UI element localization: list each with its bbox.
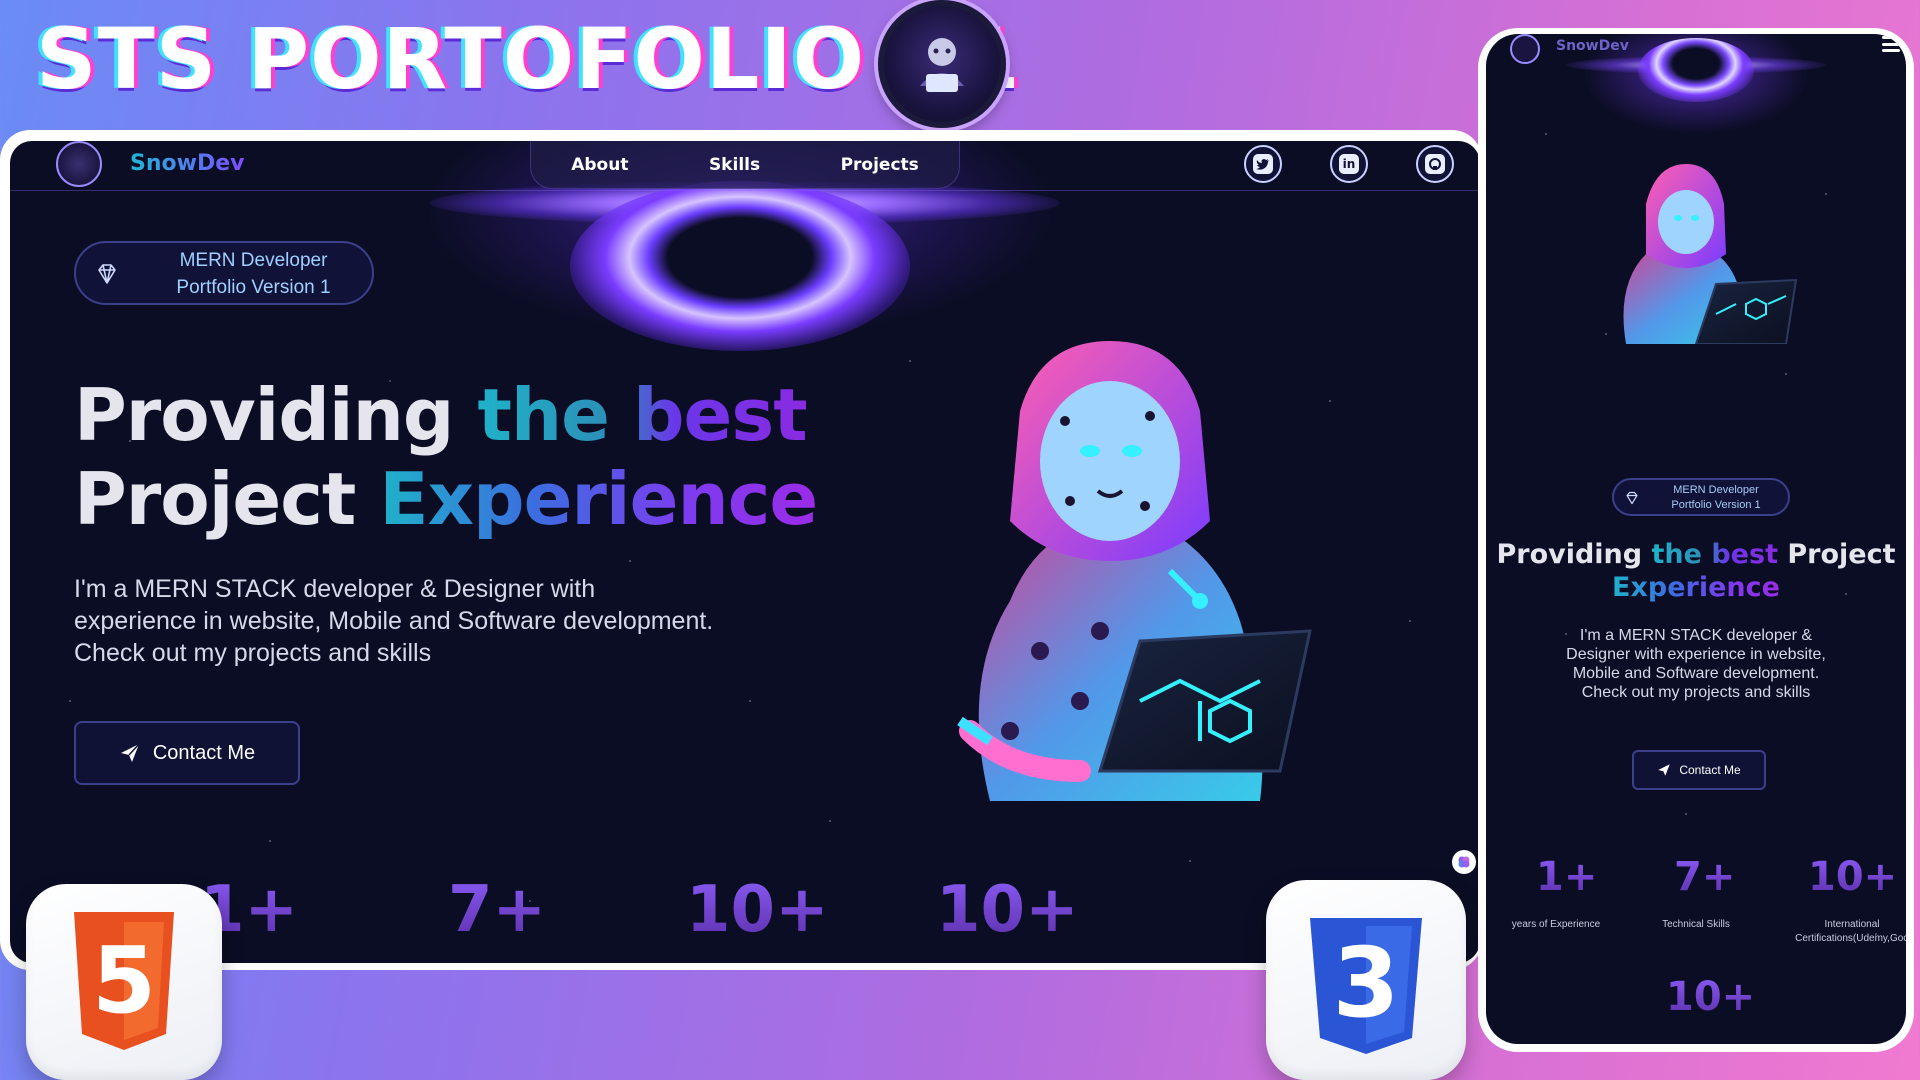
twitter-icon xyxy=(1253,154,1273,174)
stat-skills: 7+ xyxy=(448,873,547,947)
mobile-hero-title: Providing the best Project Experience xyxy=(1486,538,1906,604)
twitter-button[interactable] xyxy=(1244,145,1282,183)
desktop-screen: SnowDev About Skills Projects in MERN De… xyxy=(10,141,1480,963)
nav-links: About Skills Projects xyxy=(530,141,960,189)
contact-me-button[interactable]: Contact Me xyxy=(74,721,300,785)
mobile-hero-title-part3: Project xyxy=(1777,539,1896,570)
mobile-stat-certifications-label: International Certifications(Udemy,Goo xyxy=(1795,919,1906,944)
mobile-hero-title-part1: Providing xyxy=(1496,539,1652,570)
hamburger-menu-icon[interactable] xyxy=(1882,36,1900,52)
hero-title-part3: Project xyxy=(74,457,380,541)
badge-line-1: MERN Developer xyxy=(179,250,328,271)
html5-badge: 5 xyxy=(26,884,222,1080)
mobile-stat-skills-label: Technical Skills xyxy=(1662,919,1730,930)
mobile-screen: SnowDev MERN Developer Portfolio Version… xyxy=(1486,34,1906,1044)
mobile-contact-me-button[interactable]: Contact Me xyxy=(1632,750,1766,790)
nav-link-skills[interactable]: Skills xyxy=(709,155,760,175)
nav-logo-avatar[interactable] xyxy=(56,141,102,187)
hero-title-highlight1: the best xyxy=(477,373,807,457)
mobile-diamond-icon xyxy=(1626,491,1638,505)
mobile-black-hole-graphic xyxy=(1638,38,1754,102)
mobile-hero-title-highlight1: the best xyxy=(1651,539,1778,570)
floating-widget-button[interactable] xyxy=(1452,850,1476,874)
stat-projects: 10+ xyxy=(936,873,1079,947)
desktop-navbar: SnowDev About Skills Projects in xyxy=(10,141,1480,191)
banner-title: STS PORTOFOLIO V1 xyxy=(36,10,1021,108)
html5-version-label: 5 xyxy=(92,927,156,1034)
github-icon xyxy=(1425,154,1445,174)
hero-title: Providing the best Project Experience xyxy=(74,373,818,541)
stat-certifications: 10+ xyxy=(686,873,829,947)
hero-subtitle: I'm a MERN STACK developer & Designer wi… xyxy=(74,575,714,667)
mobile-cheetah-illustration xyxy=(1623,164,1798,344)
mobile-hero-subtitle: I'm a MERN STACK developer & Designer wi… xyxy=(1566,627,1826,701)
role-badge-text: MERN Developer Portfolio Version 1 xyxy=(146,247,361,301)
mobile-contact-me-label: Contact Me xyxy=(1679,763,1741,777)
cheetah-hacker-illustration xyxy=(957,341,1312,801)
hacker-avatar-icon xyxy=(920,38,964,92)
brand-name[interactable]: SnowDev xyxy=(130,151,244,176)
css3-version-label: 3 xyxy=(1333,927,1400,1039)
mobile-badge-line-1: MERN Developer xyxy=(1673,484,1759,496)
mobile-role-badge-text: MERN Developer Portfolio Version 1 xyxy=(1646,483,1786,513)
brain-icon xyxy=(1458,856,1470,868)
mobile-send-icon xyxy=(1658,764,1671,776)
linkedin-button[interactable]: in xyxy=(1330,145,1368,183)
mobile-stat-years-label: years of Experience xyxy=(1511,919,1601,930)
contact-me-label: Contact Me xyxy=(152,741,256,764)
mobile-stat-certifications: 10+ xyxy=(1808,854,1898,900)
mobile-hero-title-highlight2: Experience xyxy=(1612,572,1780,603)
role-badge: MERN Developer Portfolio Version 1 xyxy=(74,241,374,305)
mobile-badge-line-2: Portfolio Version 1 xyxy=(1671,499,1761,511)
send-icon xyxy=(120,743,140,762)
hero-title-part1: Providing xyxy=(74,373,478,457)
banner-avatar-logo xyxy=(878,0,1006,128)
hero-title-highlight2: Experience xyxy=(379,457,818,541)
css3-badge: 3 xyxy=(1266,880,1466,1080)
nav-link-about[interactable]: About xyxy=(571,155,628,175)
badge-line-2: Portfolio Version 1 xyxy=(176,277,331,298)
github-button[interactable] xyxy=(1416,145,1454,183)
mobile-stat-projects: 10+ xyxy=(1666,974,1756,1020)
mobile-stat-skills: 7+ xyxy=(1674,854,1736,900)
mobile-role-badge: MERN Developer Portfolio Version 1 xyxy=(1612,478,1790,516)
nav-link-projects[interactable]: Projects xyxy=(841,155,919,175)
html5-icon: 5 xyxy=(74,912,174,1050)
css3-icon: 3 xyxy=(1310,918,1422,1054)
mobile-stat-years: 1+ xyxy=(1536,854,1598,900)
mobile-nav-logo-avatar[interactable] xyxy=(1510,34,1540,64)
diamond-icon xyxy=(98,264,116,284)
mobile-brand-name[interactable]: SnowDev xyxy=(1556,38,1629,54)
linkedin-icon: in xyxy=(1339,154,1359,174)
